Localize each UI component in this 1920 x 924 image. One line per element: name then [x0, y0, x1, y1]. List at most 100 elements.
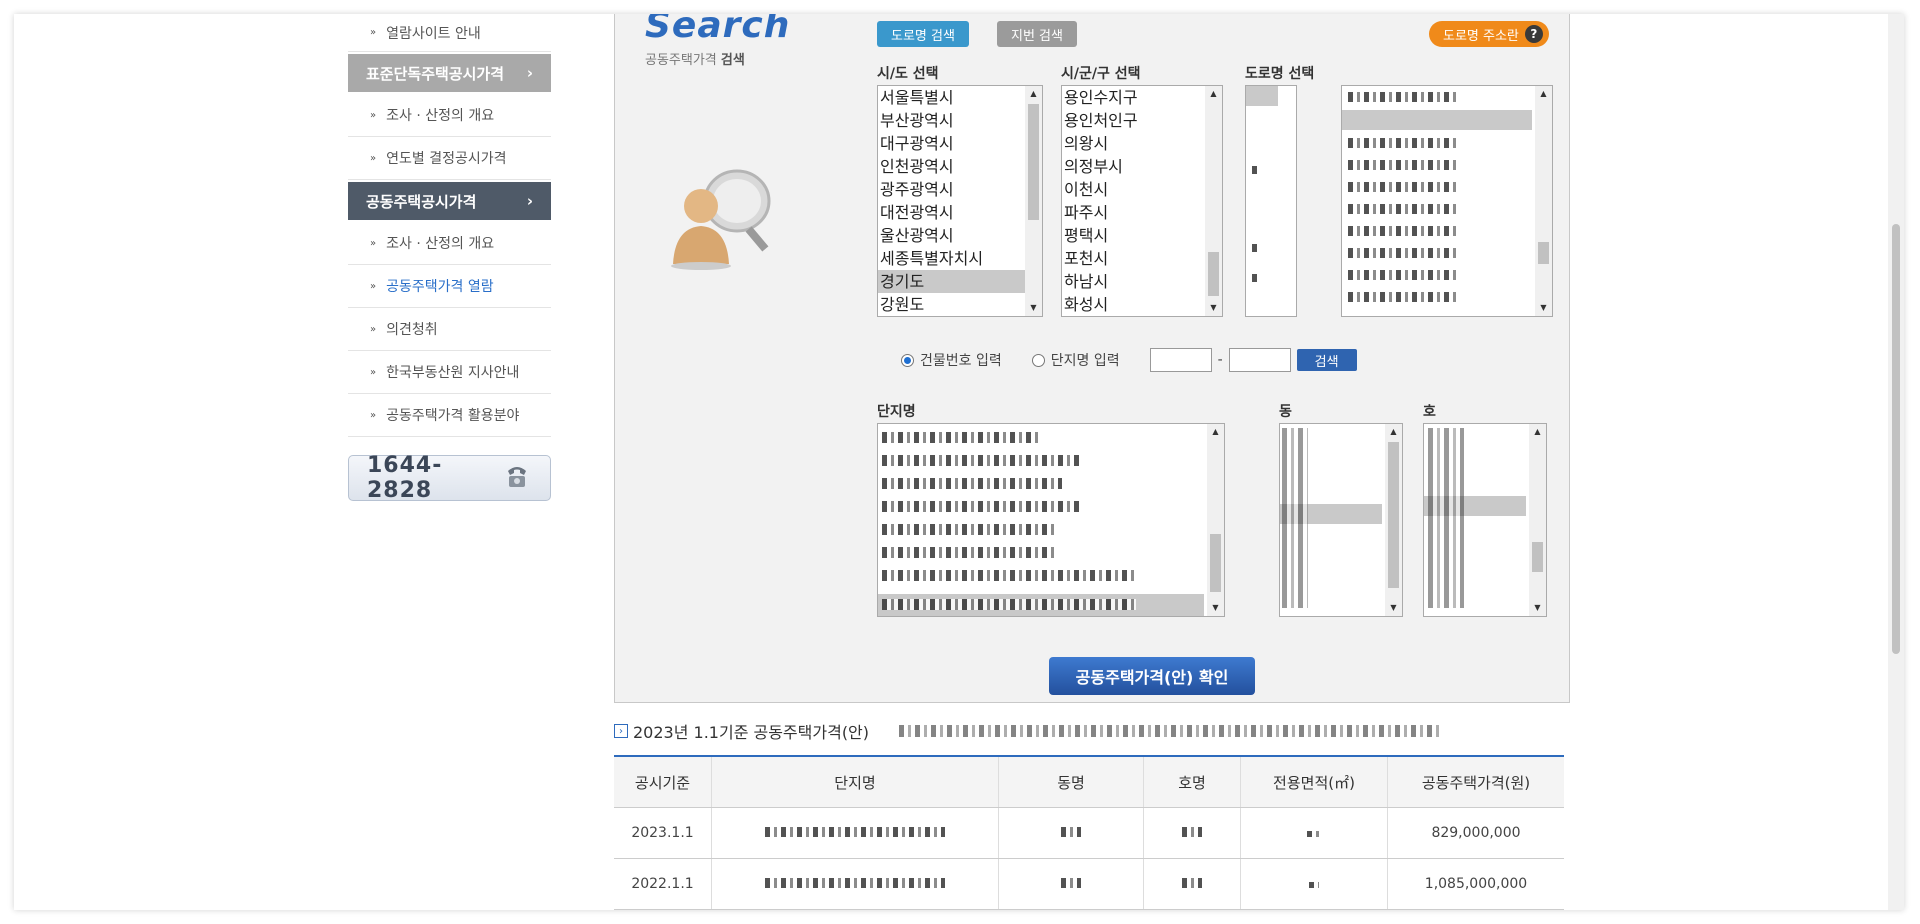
search-button[interactable]: 검색: [1296, 349, 1357, 371]
sigungu-option[interactable]: 용인처인구: [1062, 109, 1210, 132]
scroll-up-icon[interactable]: ▲: [1207, 424, 1224, 440]
sidebar-item-usage[interactable]: » 공동주택가격 활용분야: [348, 394, 551, 437]
redacted-text: [1252, 244, 1260, 252]
scroll-up-icon[interactable]: ▲: [1205, 86, 1222, 102]
scroll-up-icon[interactable]: ▲: [1529, 424, 1546, 440]
sido-option[interactable]: 서울특별시: [878, 86, 1026, 109]
redacted-text: [882, 547, 1058, 558]
scroll-down-icon[interactable]: ▼: [1385, 600, 1402, 616]
radio-complex-label[interactable]: 단지명 입력: [1051, 350, 1120, 370]
scroll-thumb[interactable]: [1210, 534, 1221, 592]
building-number-sub-input[interactable]: [1228, 348, 1291, 372]
sido-option[interactable]: 울산광역시: [878, 224, 1026, 247]
scroll-thumb[interactable]: [1538, 242, 1549, 264]
scroll-thumb[interactable]: [1028, 104, 1039, 220]
sidebar-item-survey-overview[interactable]: » 조사 · 산정의 개요: [348, 94, 551, 137]
person-magnifier-icon: [665, 156, 785, 276]
sido-option[interactable]: 강원도: [878, 293, 1026, 316]
cell-area: [1240, 858, 1388, 910]
confirm-price-button[interactable]: 공동주택가격(안) 확인: [1049, 657, 1255, 695]
sido-option[interactable]: 광주광역시: [878, 178, 1026, 201]
redacted-text: [1348, 226, 1458, 236]
chevron-right-icon: ›: [526, 64, 533, 82]
radio-complex-name[interactable]: [1031, 353, 1045, 367]
sigungu-option[interactable]: 의왕시: [1062, 132, 1210, 155]
cell-price: 829,000,000: [1387, 807, 1564, 859]
sigungu-option[interactable]: 이천시: [1062, 178, 1210, 201]
building-number-main-input[interactable]: [1149, 348, 1212, 372]
road-initial-listbox[interactable]: [1245, 85, 1297, 317]
redacted-text: [882, 455, 1082, 466]
road-title: 도로명 선택: [1245, 66, 1315, 82]
scroll-thumb[interactable]: [1892, 224, 1900, 654]
sidebar-item-yearly-price[interactable]: » 연도별 결정공시가격: [348, 137, 551, 180]
logo-sub-prefix: 공동주택가격: [645, 53, 717, 68]
logo-sub-bold: 검색: [720, 53, 745, 68]
sido-option[interactable]: 대구광역시: [878, 132, 1026, 155]
search-panel: Search 공동주택가격 검색 도로명 검색 지번 검색 도로명 주소란 ? …: [614, 14, 1570, 703]
ho-scrollbar[interactable]: ▲ ▼: [1529, 424, 1546, 616]
sido-listbox[interactable]: 서울특별시 부산광역시 대구광역시 인천광역시 광주광역시 대전광역시 울산광역시 세종특별자…: [877, 85, 1043, 317]
sidebar-item-branch-info[interactable]: » 한국부동산원 지사안내: [348, 351, 551, 394]
redacted-text: [1282, 428, 1308, 608]
scroll-thumb[interactable]: [1208, 252, 1219, 296]
sido-scrollbar[interactable]: ▲ ▼: [1025, 86, 1042, 316]
sigungu-option[interactable]: 화성시: [1062, 293, 1210, 316]
dong-scrollbar[interactable]: ▲ ▼: [1385, 424, 1402, 616]
sidebar-section-standard-house[interactable]: 표준단독주택공시가격 ›: [348, 54, 551, 92]
complex-scrollbar[interactable]: ▲ ▼: [1207, 424, 1224, 616]
cell-price: 1,085,000,000: [1387, 858, 1564, 910]
scroll-down-icon[interactable]: ▼: [1207, 600, 1224, 616]
sidebar-section-apartment[interactable]: 공동주택공시가격 ›: [348, 182, 551, 220]
cell-dong: [998, 858, 1144, 910]
bullet-icon: »: [370, 237, 377, 249]
sigungu-option[interactable]: 평택시: [1062, 224, 1210, 247]
scroll-down-icon[interactable]: ▼: [1025, 300, 1042, 316]
radio-building-label[interactable]: 건물번호 입력: [920, 350, 1002, 370]
sido-option[interactable]: 부산광역시: [878, 109, 1026, 132]
dong-listbox[interactable]: ▲ ▼: [1279, 423, 1403, 617]
sido-option[interactable]: 경기도: [878, 270, 1026, 293]
sido-option[interactable]: 대전광역시: [878, 201, 1026, 224]
scroll-thumb[interactable]: [1388, 442, 1399, 588]
road-scrollbar[interactable]: ▲ ▼: [1535, 86, 1552, 316]
sidebar-item-survey-overview-2[interactable]: » 조사 · 산정의 개요: [348, 222, 551, 265]
radio-building-number[interactable]: [901, 353, 914, 367]
help-icon: ?: [1524, 25, 1543, 43]
search-logo-subtitle: 공동주택가격 검색: [645, 49, 745, 68]
sigungu-option[interactable]: 파주시: [1062, 201, 1210, 224]
dash: -: [1217, 352, 1223, 368]
scroll-down-icon[interactable]: ▼: [1529, 600, 1546, 616]
redacted-text: [882, 599, 1136, 610]
sido-option[interactable]: 인천광역시: [878, 155, 1026, 178]
cell-area: [1240, 807, 1388, 859]
complex-listbox[interactable]: ▲ ▼: [877, 423, 1225, 617]
road-address-button[interactable]: 도로명 주소란 ?: [1429, 21, 1549, 47]
page-scrollbar[interactable]: [1888, 14, 1904, 910]
sigungu-listbox[interactable]: 용인수지구 용인처인구 의왕시 의정부시 이천시 파주시 평택시 포천시 하남시 화성시 ▲ ▼: [1061, 85, 1223, 317]
scroll-up-icon[interactable]: ▲: [1025, 86, 1042, 102]
sigungu-option[interactable]: 포천시: [1062, 247, 1210, 270]
scroll-up-icon[interactable]: ▲: [1535, 86, 1552, 102]
tab-road-search[interactable]: 도로명 검색: [877, 21, 969, 47]
sigungu-option[interactable]: 의정부시: [1062, 155, 1210, 178]
tab-lot-search[interactable]: 지번 검색: [997, 21, 1077, 47]
sigungu-scrollbar[interactable]: ▲ ▼: [1205, 86, 1222, 316]
scroll-up-icon[interactable]: ▲: [1385, 424, 1402, 440]
phone-banner[interactable]: 1644-2828: [348, 453, 551, 503]
sidebar-item-price-view[interactable]: » 공동주택가격 열람: [348, 265, 551, 308]
sidebar-item-label: 공동주택가격 열람: [386, 279, 494, 295]
phone-icon: [502, 461, 532, 495]
sidebar-item-viewing-site[interactable]: » 열람사이트 안내: [348, 14, 551, 52]
road-name-listbox[interactable]: ▲ ▼: [1341, 85, 1553, 317]
sido-option[interactable]: 세종특별자치시: [878, 247, 1026, 270]
scroll-down-icon[interactable]: ▼: [1205, 300, 1222, 316]
sigungu-option[interactable]: 용인수지구: [1062, 86, 1210, 109]
sigungu-option[interactable]: 하남시: [1062, 270, 1210, 293]
ho-listbox[interactable]: ▲ ▼: [1423, 423, 1547, 617]
table-row: 2022.1.1 1,085,000,000: [614, 858, 1564, 910]
scroll-down-icon[interactable]: ▼: [1535, 300, 1552, 316]
bullet-icon: »: [370, 323, 377, 335]
sidebar-item-opinion[interactable]: » 의견청취: [348, 308, 551, 351]
scroll-thumb[interactable]: [1532, 542, 1543, 572]
